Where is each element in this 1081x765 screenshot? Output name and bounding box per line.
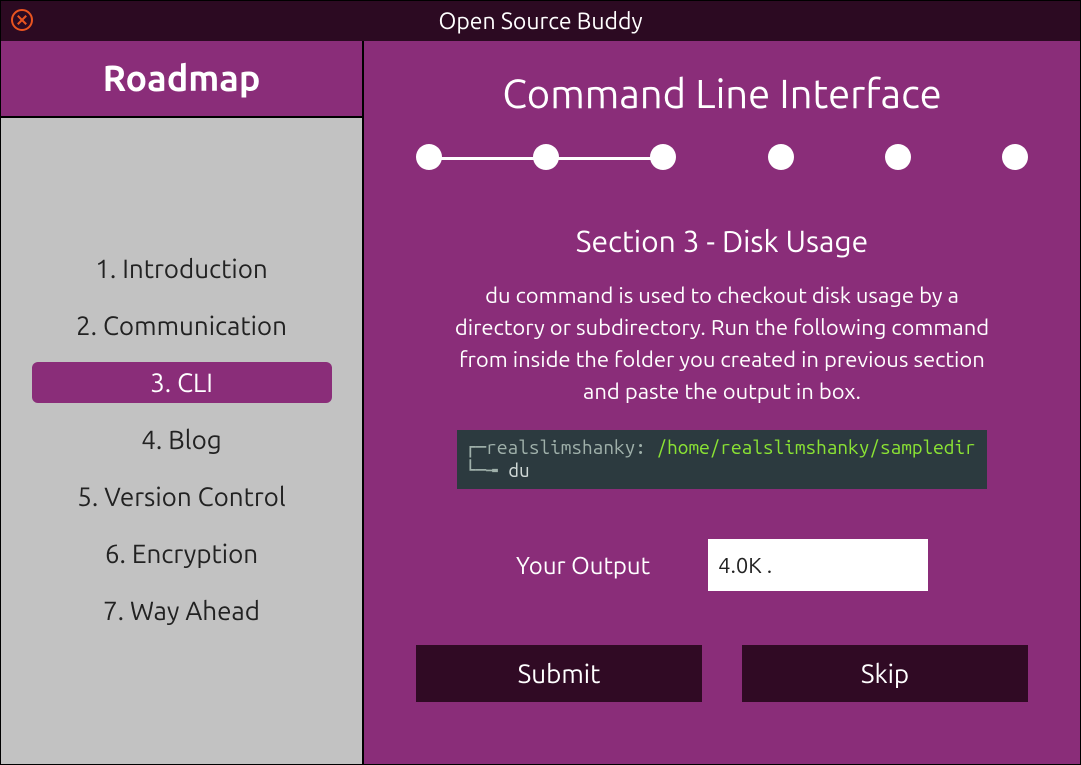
window-title: Open Source Buddy: [438, 9, 642, 34]
step-dot: [1002, 144, 1028, 170]
sidebar-item-label: 5. Version Control: [77, 482, 285, 511]
progress-stepper: [416, 144, 1028, 170]
close-icon[interactable]: [11, 9, 33, 31]
section-description: du command is used to checkout disk usag…: [442, 280, 1002, 408]
app-window: Open Source Buddy Roadmap 1. Introductio…: [0, 0, 1081, 765]
page-title: Command Line Interface: [416, 71, 1028, 116]
submit-button[interactable]: Submit: [416, 645, 702, 702]
sidebar-item-label: 7. Way Ahead: [103, 596, 260, 625]
step-dot: [416, 144, 442, 170]
window-body: Roadmap 1. Introduction 2. Communication…: [1, 41, 1080, 764]
step-dot: [533, 144, 559, 170]
titlebar: Open Source Buddy: [1, 1, 1080, 41]
sidebar-header: Roadmap: [1, 41, 362, 118]
sidebar-item-label: 4. Blog: [141, 425, 222, 454]
sidebar-item-communication[interactable]: 2. Communication: [32, 305, 332, 346]
skip-button[interactable]: Skip: [742, 645, 1028, 702]
sidebar-item-label: 6. Encryption: [105, 539, 258, 568]
sidebar-item-encryption[interactable]: 6. Encryption: [32, 533, 332, 574]
sidebar-item-way-ahead[interactable]: 7. Way Ahead: [32, 590, 332, 631]
step-dot: [885, 144, 911, 170]
terminal-command: du: [508, 459, 529, 481]
output-row: Your Output: [416, 539, 1028, 591]
terminal-snippet: ┌─realslimshanky: /home/realslimshanky/s…: [457, 430, 987, 490]
sidebar-list: 1. Introduction 2. Communication 3. CLI …: [1, 118, 362, 764]
main-panel: Command Line Interface Section 3 - Disk …: [364, 41, 1080, 764]
sidebar-item-cli[interactable]: 3. CLI: [32, 362, 332, 403]
output-label: Your Output: [516, 552, 650, 579]
sidebar-item-label: 1. Introduction: [95, 254, 268, 283]
sidebar-item-label: 2. Communication: [76, 311, 287, 340]
step-dot: [768, 144, 794, 170]
sidebar-item-label: 3. CLI: [150, 368, 213, 397]
section-title: Section 3 - Disk Usage: [416, 224, 1028, 258]
step-dot: [650, 144, 676, 170]
output-input[interactable]: [708, 539, 928, 591]
terminal-path: /home/realslimshanky/sampledir: [657, 436, 976, 458]
sidebar-item-version-control[interactable]: 5. Version Control: [32, 476, 332, 517]
terminal-user: realslimshanky:: [486, 436, 646, 458]
button-row: Submit Skip: [416, 645, 1028, 702]
sidebar-item-blog[interactable]: 4. Blog: [32, 419, 332, 460]
sidebar: Roadmap 1. Introduction 2. Communication…: [1, 41, 364, 764]
sidebar-item-introduction[interactable]: 1. Introduction: [32, 248, 332, 289]
